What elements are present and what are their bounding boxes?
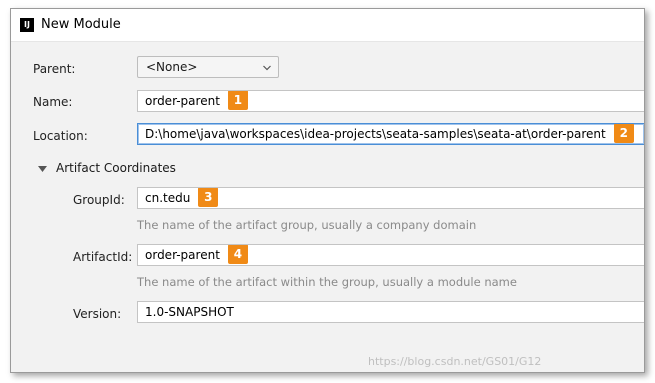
intellij-app-icon: IJ xyxy=(20,18,34,32)
location-field[interactable]: D:\home\java\workspaces\idea-projects\se… xyxy=(137,123,644,145)
artifactid-hint: The name of the artifact within the grou… xyxy=(137,275,517,289)
groupid-label: GroupId: xyxy=(73,193,125,207)
version-field[interactable]: 1.0-SNAPSHOT xyxy=(137,301,644,323)
step-badge-3: 3 xyxy=(198,188,219,207)
artifactid-field[interactable]: order-parent 4 xyxy=(137,244,644,266)
collapse-triangle-icon[interactable] xyxy=(38,166,47,173)
parent-select-value: <None> xyxy=(146,60,198,74)
location-field-value: D:\home\java\workspaces\idea-projects\se… xyxy=(145,127,606,141)
groupid-hint: The name of the artifact group, usually … xyxy=(137,218,477,232)
version-label: Version: xyxy=(73,307,122,321)
groupid-field-value: cn.tedu xyxy=(145,191,191,205)
parent-select[interactable]: <None> xyxy=(137,56,279,78)
new-module-dialog: IJ New Module Parent: <None> Name: order… xyxy=(10,8,645,373)
artifactid-field-value: order-parent xyxy=(145,248,220,262)
step-badge-1: 1 xyxy=(227,91,248,110)
artifact-coordinates-header[interactable]: Artifact Coordinates xyxy=(56,161,176,175)
title-bar: IJ New Module xyxy=(11,9,644,42)
location-label: Location: xyxy=(33,129,88,143)
window-title: New Module xyxy=(41,17,121,32)
version-field-value: 1.0-SNAPSHOT xyxy=(145,305,234,319)
step-badge-4: 4 xyxy=(227,245,248,264)
watermark: https://blog.csdn.net/GS01/G12 xyxy=(368,355,542,368)
name-field-value: order-parent xyxy=(145,94,220,108)
parent-label: Parent: xyxy=(33,62,76,76)
artifactid-label: ArtifactId: xyxy=(73,250,133,264)
name-field[interactable]: order-parent 1 xyxy=(137,90,644,112)
groupid-field[interactable]: cn.tedu 3 xyxy=(137,187,644,209)
name-label: Name: xyxy=(33,95,73,109)
chevron-down-icon xyxy=(263,65,271,71)
step-badge-2: 2 xyxy=(613,124,634,143)
